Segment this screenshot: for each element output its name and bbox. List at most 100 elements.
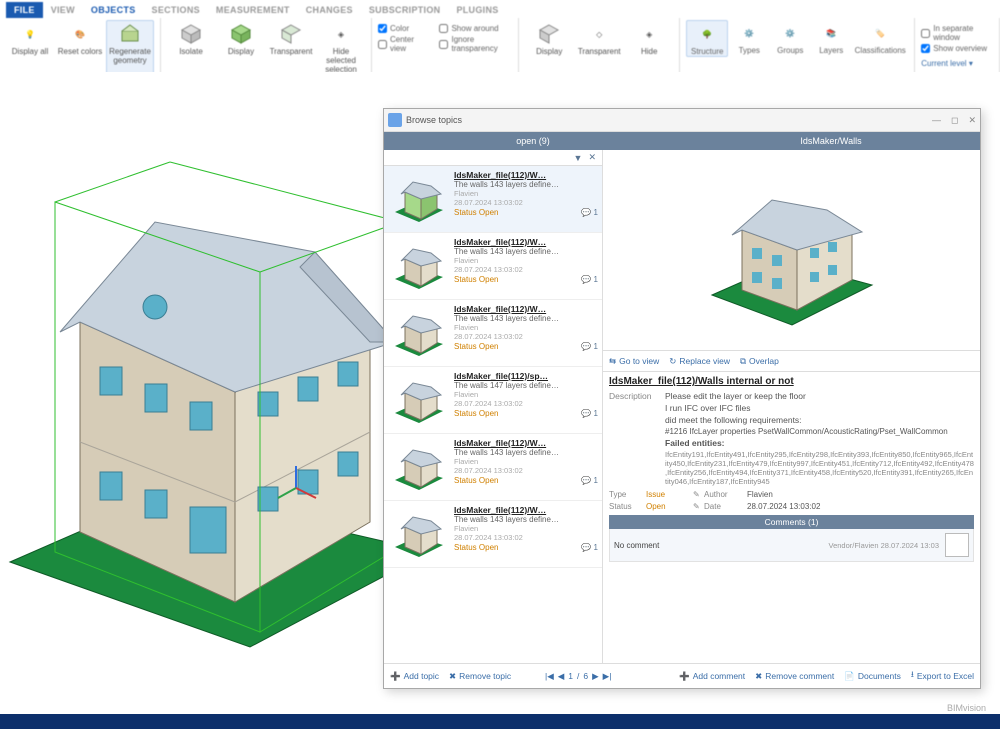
topic-row[interactable]: IdsMaker_file(112)/W… The walls 143 laye… — [384, 300, 602, 367]
min-icon[interactable]: — — [932, 115, 941, 126]
cube-green-icon — [230, 23, 252, 45]
hide-sel-label: Hide selected selection — [318, 47, 364, 74]
topic-thumb — [388, 304, 450, 362]
layers-button[interactable]: 📚Layers — [811, 20, 851, 55]
topic-row[interactable]: IdsMaker_file(112)/W… The walls 143 laye… — [384, 166, 602, 233]
dialog-titlebar[interactable]: Browse topics — ◻ ✕ — [384, 109, 980, 132]
structure-icon: 🌳 — [696, 23, 718, 45]
topic-thumb — [388, 371, 450, 429]
regenerate-icon — [119, 23, 141, 45]
next-icon[interactable]: ▶ — [592, 671, 599, 682]
transparent-label: Transparent — [270, 47, 313, 56]
reset-colors-button[interactable]: 🎨Reset colors — [56, 20, 104, 78]
cube-hide-icon: ◈ — [330, 23, 352, 45]
comment-row[interactable]: No comment Vendor/Flavien 28.07.2024 13:… — [609, 529, 974, 562]
detail-column-header: IdsMaker/Walls — [682, 132, 980, 150]
topic-row[interactable]: IdsMaker_file(112)/sp… The walls 147 lay… — [384, 367, 602, 434]
comment-count-icon: 💬 1 — [581, 543, 598, 552]
display-all2-button[interactable]: Display — [525, 20, 573, 78]
goto-view-link[interactable]: ⇆ Go to view — [609, 356, 659, 367]
check-showov[interactable]: Show overview — [921, 44, 993, 53]
filter-icon[interactable]: ▼ — [574, 153, 583, 163]
replace-view-link[interactable]: ↻ Replace view — [669, 356, 730, 367]
tab-subscription[interactable]: SUBSCRIPTION — [361, 2, 449, 18]
display-all-label: Display all — [12, 47, 48, 56]
check-showaround[interactable]: Show around — [439, 24, 512, 33]
tab-file[interactable]: FILE — [6, 2, 43, 18]
hide-sel-button[interactable]: ◈Hide selected selection — [317, 20, 365, 78]
display-sel-label: Display — [228, 47, 254, 56]
check-color[interactable]: Color — [378, 24, 425, 33]
level-combo[interactable]: Current level ▾ — [921, 59, 993, 68]
topic-desc: The walls 143 layers define… — [454, 515, 598, 524]
types-icon: ⚙️ — [738, 22, 760, 44]
dialog-title: Browse topics — [406, 115, 462, 125]
dialog-footer: ➕ Add topic ✖ Remove topic |◀ ◀ 1/6 ▶ ▶|… — [384, 663, 980, 688]
isolate-label: Isolate — [179, 47, 203, 56]
pencil-icon[interactable]: ✎ — [693, 490, 701, 499]
cube-transparent-icon — [280, 23, 302, 45]
status-bar — [0, 714, 1000, 729]
topics-column-header: open (9) — [384, 132, 682, 150]
topic-row[interactable]: IdsMaker_file(112)/W… The walls 143 laye… — [384, 501, 602, 568]
topic-author: Flavien — [454, 256, 598, 265]
tab-measure[interactable]: MEASUREMENT — [208, 2, 298, 18]
tab-changes[interactable]: CHANGES — [298, 2, 361, 18]
tab-view[interactable]: VIEW — [43, 2, 83, 18]
types-button[interactable]: ⚙️Types — [729, 20, 769, 55]
add-comment-button[interactable]: ➕ Add comment — [679, 669, 745, 683]
hide-all-button[interactable]: ◈Hide — [625, 20, 673, 78]
close-icon[interactable]: ✕ — [968, 115, 976, 126]
clear-filter-icon[interactable]: ✕ — [588, 152, 596, 163]
dialog-columns-header: open (9) IdsMaker/Walls — [384, 132, 980, 150]
comments-header: Comments (1) — [609, 515, 974, 529]
documents-button[interactable]: 📄 Documents — [844, 669, 901, 683]
remove-comment-button[interactable]: ✖ Remove comment — [755, 669, 834, 683]
topic-author: Flavien — [454, 457, 598, 466]
topic-row[interactable]: IdsMaker_file(112)/W… The walls 143 laye… — [384, 434, 602, 501]
check-center[interactable]: Center view — [378, 35, 425, 53]
topic-desc: The walls 143 layers define… — [454, 180, 598, 189]
add-topic-button[interactable]: ➕ Add topic — [390, 671, 439, 682]
overlap-link[interactable]: ⧉ Overlap — [740, 356, 779, 367]
topic-name: IdsMaker_file(112)/W… — [454, 505, 598, 515]
topic-date: 28.07.2024 13:03:02 — [454, 399, 598, 408]
classifications-button[interactable]: 🏷️Classifications — [852, 20, 908, 55]
topic-preview[interactable] — [603, 150, 980, 351]
topic-list[interactable]: IdsMaker_file(112)/W… The walls 143 laye… — [384, 166, 602, 663]
document-icon[interactable] — [945, 533, 969, 557]
brand-label: BIMvision — [947, 703, 986, 713]
bulb-icon: 💡 — [19, 23, 41, 45]
export-excel-button[interactable]: ⭳ Export to Excel — [911, 669, 974, 683]
topic-name: IdsMaker_file(112)/W… — [454, 170, 598, 180]
last-icon[interactable]: ▶| — [603, 671, 612, 682]
check-igntrans[interactable]: Ignore transparency — [439, 35, 512, 53]
prev-icon[interactable]: ◀ — [558, 671, 565, 682]
transparent-all-button[interactable]: ◇Transparent — [575, 20, 623, 78]
topic-row[interactable]: IdsMaker_file(112)/W… The walls 143 laye… — [384, 233, 602, 300]
first-icon[interactable]: |◀ — [545, 671, 554, 682]
tab-plugins[interactable]: PLUGINS — [448, 2, 506, 18]
transparent-button[interactable]: Transparent — [267, 20, 315, 78]
topic-thumb — [388, 438, 450, 496]
topic-author: Flavien — [454, 390, 598, 399]
topic-detail: IdsMaker_file(112)/Walls internal or not… — [603, 372, 980, 663]
check-sepwin[interactable]: In separate window — [921, 24, 993, 42]
isolate-button[interactable]: Isolate — [167, 20, 215, 78]
tab-objects[interactable]: OBJECTS — [83, 2, 144, 18]
comment-count-icon: 💬 1 — [581, 409, 598, 418]
regenerate-geometry-button[interactable]: Regenerate geometry — [106, 20, 154, 78]
max-icon[interactable]: ◻ — [951, 115, 958, 126]
tab-sections[interactable]: SECTIONS — [144, 2, 208, 18]
pencil-icon[interactable]: ✎ — [693, 502, 701, 511]
comment-text: No comment — [614, 541, 822, 550]
display-sel-button[interactable]: Display — [217, 20, 265, 78]
structure-button[interactable]: 🌳Structure — [686, 20, 728, 57]
groups-button[interactable]: ⚙️Groups — [770, 20, 810, 55]
topic-date: 28.07.2024 13:03:02 — [454, 332, 598, 341]
display-all-button[interactable]: 💡 Display all — [6, 20, 54, 78]
topic-desc: The walls 143 layers define… — [454, 314, 598, 323]
topic-thumb — [388, 170, 450, 228]
remove-topic-button[interactable]: ✖ Remove topic — [449, 671, 511, 682]
groups-icon: ⚙️ — [779, 22, 801, 44]
